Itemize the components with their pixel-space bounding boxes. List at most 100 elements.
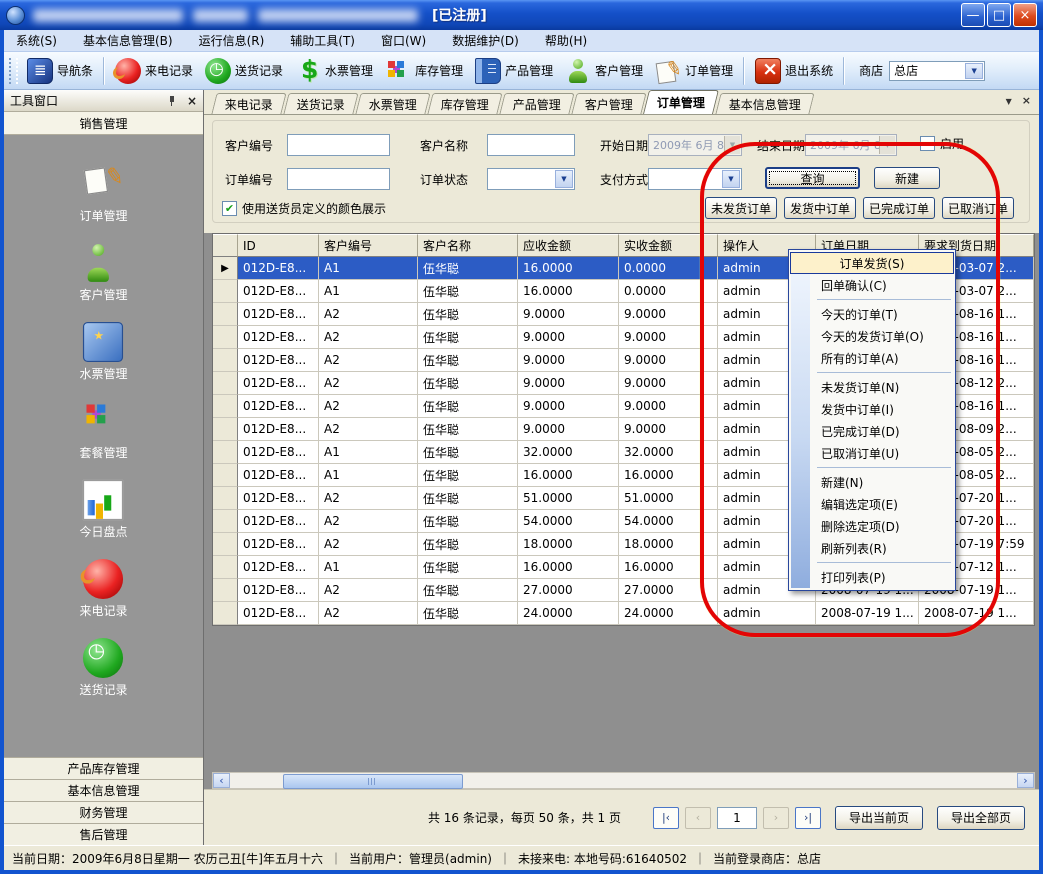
filter-cancelled-button[interactable]: 已取消订单 bbox=[942, 197, 1014, 219]
filter-completed-button[interactable]: 已完成订单 bbox=[863, 197, 935, 219]
customer-no-input[interactable] bbox=[287, 134, 390, 156]
scroll-right-icon[interactable]: › bbox=[1017, 773, 1034, 788]
order-no-input[interactable] bbox=[287, 168, 390, 190]
context-menu-item[interactable]: 编辑选定项(E) bbox=[789, 493, 955, 515]
context-menu-item[interactable]: 未发货订单(N) bbox=[789, 376, 955, 398]
sidebar-group-button[interactable]: 基本信息管理 bbox=[4, 779, 203, 801]
row-selector[interactable] bbox=[213, 303, 238, 326]
row-selector[interactable] bbox=[213, 441, 238, 464]
menu-item[interactable]: 窗口(W) bbox=[381, 32, 426, 49]
scroll-left-icon[interactable]: ‹ bbox=[213, 773, 230, 788]
column-header[interactable] bbox=[213, 234, 238, 257]
row-selector[interactable] bbox=[213, 579, 238, 602]
filter-unshipped-button[interactable]: 未发货订单 bbox=[705, 197, 777, 219]
row-selector[interactable] bbox=[213, 372, 238, 395]
context-menu-item[interactable]: 刷新列表(R) bbox=[789, 537, 955, 559]
order-status-select[interactable]: ▼ bbox=[487, 168, 575, 190]
query-button[interactable]: 查询 bbox=[765, 167, 860, 189]
menu-item[interactable]: 运行信息(R) bbox=[199, 32, 265, 49]
column-header[interactable]: 客户名称 bbox=[418, 234, 518, 257]
toolbar-button[interactable] bbox=[743, 57, 745, 85]
context-menu-item[interactable]: 回单确认(C) bbox=[789, 274, 955, 296]
toolbar-button[interactable] bbox=[103, 57, 105, 85]
row-selector[interactable] bbox=[213, 510, 238, 533]
chevron-down-icon[interactable]: ▼ bbox=[722, 170, 740, 188]
column-header[interactable]: 应收金额 bbox=[518, 234, 619, 257]
toolbar-button[interactable]: 订单管理 bbox=[649, 55, 739, 87]
row-selector[interactable] bbox=[213, 349, 238, 372]
new-button[interactable]: 新建 bbox=[874, 167, 940, 189]
menu-item[interactable]: 基本信息管理(B) bbox=[83, 32, 173, 49]
chevron-down-icon[interactable]: ▼ bbox=[555, 170, 573, 188]
tab[interactable]: 产品管理 bbox=[499, 93, 574, 114]
export-current-page-button[interactable]: 导出当前页 bbox=[835, 806, 923, 830]
toolbar-button[interactable]: 送货记录 bbox=[199, 55, 289, 87]
sidebar-close-icon[interactable]: × bbox=[187, 94, 197, 108]
first-page-button[interactable]: |‹ bbox=[653, 807, 679, 829]
last-page-button[interactable]: ›| bbox=[795, 807, 821, 829]
menu-item[interactable]: 数据维护(D) bbox=[452, 32, 519, 49]
end-date-picker[interactable]: 2009年 6月 8日▼ bbox=[805, 134, 897, 156]
context-menu-item[interactable] bbox=[789, 296, 955, 303]
context-menu-item[interactable]: 今天的发货订单(O) bbox=[789, 325, 955, 347]
sidebar-item[interactable]: 水票管理 bbox=[79, 325, 127, 382]
column-header[interactable]: ID bbox=[238, 234, 319, 257]
filter-shipping-button[interactable]: 发货中订单 bbox=[784, 197, 856, 219]
pin-icon[interactable] bbox=[167, 96, 177, 106]
menu-item[interactable]: 辅助工具(T) bbox=[290, 32, 355, 49]
row-selector[interactable] bbox=[213, 533, 238, 556]
next-page-button[interactable]: › bbox=[763, 807, 789, 829]
sidebar-item[interactable]: 订单管理 bbox=[79, 167, 127, 224]
context-menu-item[interactable]: 打印列表(P) bbox=[789, 566, 955, 588]
context-menu-item[interactable]: 所有的订单(A) bbox=[789, 347, 955, 369]
row-selector[interactable] bbox=[213, 464, 238, 487]
tab[interactable]: 库存管理 bbox=[427, 93, 502, 114]
context-menu-item[interactable]: 删除选定项(D) bbox=[789, 515, 955, 537]
context-menu-item[interactable]: 订单发货(S) bbox=[790, 252, 954, 274]
scrollbar-thumb[interactable] bbox=[283, 774, 463, 789]
context-menu-item[interactable] bbox=[789, 369, 955, 376]
column-header[interactable]: 实收金额 bbox=[619, 234, 718, 257]
sidebar-group-button[interactable]: 财务管理 bbox=[4, 801, 203, 823]
tab[interactable]: 客户管理 bbox=[571, 93, 646, 114]
delivery-color-checkbox[interactable]: ✔ 使用送货员定义的颜色展示 bbox=[222, 200, 386, 217]
row-selector[interactable] bbox=[213, 418, 238, 441]
row-selector[interactable] bbox=[213, 280, 238, 303]
menu-item[interactable]: 帮助(H) bbox=[545, 32, 587, 49]
row-selector[interactable] bbox=[213, 326, 238, 349]
prev-page-button[interactable]: ‹ bbox=[685, 807, 711, 829]
pay-method-select[interactable]: ▼ bbox=[648, 168, 742, 190]
menu-item[interactable]: 系统(S) bbox=[16, 32, 57, 49]
tab[interactable]: 基本信息管理 bbox=[715, 93, 814, 114]
minimize-button[interactable]: — bbox=[961, 3, 985, 27]
toolbar-button[interactable]: 来电记录 bbox=[109, 55, 199, 87]
context-menu-item[interactable]: 已取消订单(U) bbox=[789, 442, 955, 464]
sidebar-group-sales[interactable]: 销售管理 bbox=[4, 112, 203, 135]
tab[interactable]: 水票管理 bbox=[355, 93, 430, 114]
toolbar-button[interactable]: 导航条 bbox=[21, 55, 99, 87]
sidebar-group-button[interactable]: 产品库存管理 bbox=[4, 757, 203, 779]
shop-select[interactable]: 总店 ▼ bbox=[889, 61, 985, 81]
row-selector[interactable] bbox=[213, 395, 238, 418]
tab[interactable]: 来电记录 bbox=[211, 93, 286, 114]
enable-checkbox[interactable]: 启用 bbox=[920, 135, 964, 152]
toolbar-button[interactable] bbox=[843, 57, 845, 85]
toolbar-button[interactable]: 水票管理 bbox=[289, 55, 379, 87]
horizontal-scrollbar[interactable]: ‹ › bbox=[212, 772, 1035, 789]
row-selector[interactable] bbox=[213, 602, 238, 625]
export-all-pages-button[interactable]: 导出全部页 bbox=[937, 806, 1025, 830]
sidebar-item[interactable]: 送货记录 bbox=[79, 641, 127, 698]
tab[interactable]: 送货记录 bbox=[283, 93, 358, 114]
context-menu-item[interactable] bbox=[789, 559, 955, 566]
tab[interactable]: 订单管理 bbox=[643, 90, 719, 114]
maximize-button[interactable]: □ bbox=[987, 3, 1011, 27]
chevron-down-icon[interactable]: ▼ bbox=[965, 63, 983, 79]
checkbox-check-icon[interactable]: ✔ bbox=[222, 201, 237, 216]
sidebar-item[interactable]: 来电记录 bbox=[79, 562, 127, 619]
row-selector[interactable] bbox=[213, 487, 238, 510]
column-header[interactable]: 客户编号 bbox=[319, 234, 418, 257]
close-button[interactable]: × bbox=[1013, 3, 1037, 27]
start-date-picker[interactable]: 2009年 6月 8日▼ bbox=[648, 134, 742, 156]
toolbar-button[interactable]: 产品管理 bbox=[469, 55, 559, 87]
context-menu-item[interactable]: 新建(N) bbox=[789, 471, 955, 493]
